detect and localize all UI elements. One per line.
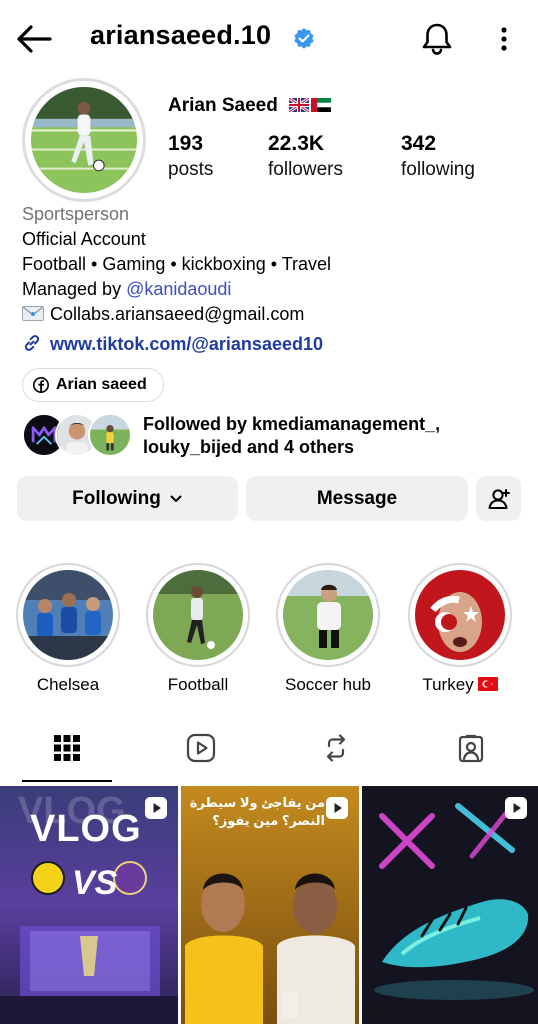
followers-label: followers [268, 159, 343, 180]
suggested-users-button[interactable] [476, 476, 521, 521]
reel-indicator-icon [505, 797, 527, 819]
back-arrow-icon[interactable] [14, 22, 54, 56]
following-count: 342 [401, 132, 437, 155]
managed-by-prefix: Managed by [22, 279, 127, 299]
tab-reposts[interactable] [291, 726, 381, 782]
post-vs-text: VS [72, 864, 118, 902]
profile-category: Sportsperson [22, 204, 130, 224]
tab-posts-grid[interactable] [22, 726, 112, 782]
posts-label: posts [168, 159, 214, 180]
tab-tagged[interactable] [426, 726, 516, 782]
posts-count: 193 [168, 132, 204, 155]
bio-email: Collabs.ariansaeed@gmail.com [50, 304, 305, 324]
verified-badge-icon [294, 28, 314, 49]
highlight-label: Turkey [408, 675, 512, 695]
profile-username: ariansaeed.10 [90, 20, 272, 50]
manager-mention-link[interactable]: @kanidaoudi [126, 279, 231, 299]
turkey-flag-icon [477, 677, 498, 691]
message-button[interactable]: Message [246, 476, 468, 521]
top-bar: ariansaeed.10 [0, 0, 538, 78]
highlight-cover [153, 570, 243, 660]
highlight-label: Football [167, 675, 229, 694]
chevron-down-icon [170, 495, 182, 502]
following-label: following [401, 159, 475, 180]
profile-link[interactable]: www.tiktok.com/@ariansaeed10 [22, 332, 323, 357]
tagged-icon [458, 734, 484, 763]
envelope-icon [22, 306, 44, 321]
profile-avatar [31, 87, 137, 193]
bio-managed-line: Managed by @kanidaoudi [22, 277, 231, 302]
followers-stat[interactable]: 22.3K followers [268, 131, 343, 183]
post-thumbnail[interactable]: VLOG VLOG VS [0, 786, 178, 1024]
bio-line: Official Account [22, 229, 146, 249]
story-highlight[interactable]: Soccer hub [276, 563, 380, 695]
highlight-cover [23, 570, 113, 660]
add-user-icon [488, 488, 510, 509]
reposts-icon [326, 734, 346, 762]
bio-email-line: Collabs.ariansaeed@gmail.com [22, 302, 304, 327]
grid-icon [54, 735, 80, 761]
following-stat[interactable]: 342 following [401, 131, 475, 183]
followers-count: 22.3K [268, 132, 325, 155]
reel-indicator-icon [326, 797, 348, 819]
uk-flag-icon [289, 98, 309, 112]
profile-avatar-ring[interactable] [22, 78, 146, 202]
reels-icon [186, 733, 216, 763]
post-image [362, 786, 538, 1024]
post-thumbnail[interactable] [362, 786, 538, 1024]
story-highlight[interactable]: Chelsea [16, 563, 120, 695]
profile-link-text: www.tiktok.com/@ariansaeed10 [50, 334, 323, 354]
followed-by-line: louky_bijed and 4 others [143, 437, 355, 457]
post-title-text: VLOG [30, 808, 142, 850]
facebook-icon [33, 377, 49, 393]
more-options-icon[interactable] [492, 22, 516, 56]
facebook-chip-label: Arian saeed [56, 376, 147, 393]
follower-avatar [88, 413, 132, 457]
profile-full-name: Arian Saeed [168, 95, 278, 116]
highlight-label: Chelsea [36, 675, 100, 694]
facebook-profile-chip[interactable]: Arian saeed [22, 368, 164, 402]
following-button[interactable]: Following [17, 476, 238, 521]
notification-bell-icon[interactable] [418, 20, 456, 58]
story-highlight[interactable]: Football [146, 563, 250, 695]
bio-line: Football • Gaming • kickboxing • Travel [22, 254, 332, 274]
highlight-label-text: Turkey [422, 675, 474, 694]
followed-by-line: Followed by kmediamanagement_, [143, 414, 441, 434]
tab-reels[interactable] [156, 726, 246, 782]
uae-flag-icon [311, 98, 331, 112]
post-thumbnail[interactable]: من يفاجئ ولا سيطرة النصر؟ مين يفوز؟ [181, 786, 359, 1024]
highlight-cover [283, 570, 373, 660]
posts-stat[interactable]: 193 posts [168, 131, 213, 183]
message-button-label: Message [316, 487, 398, 509]
followed-by-text[interactable]: Followed by kmediamanagement_, louky_bij… [143, 413, 523, 459]
link-icon [24, 335, 40, 351]
active-tab-indicator [22, 780, 112, 782]
highlight-label: Soccer hub [285, 675, 371, 694]
post-arabic-caption: من يفاجئ ولا سيطرة النصر؟ مين يفوز؟ [189, 795, 325, 828]
story-highlight[interactable]: Turkey [408, 563, 512, 695]
following-button-label: Following [72, 487, 161, 509]
reel-indicator-icon [145, 797, 167, 819]
highlight-cover [415, 570, 505, 660]
